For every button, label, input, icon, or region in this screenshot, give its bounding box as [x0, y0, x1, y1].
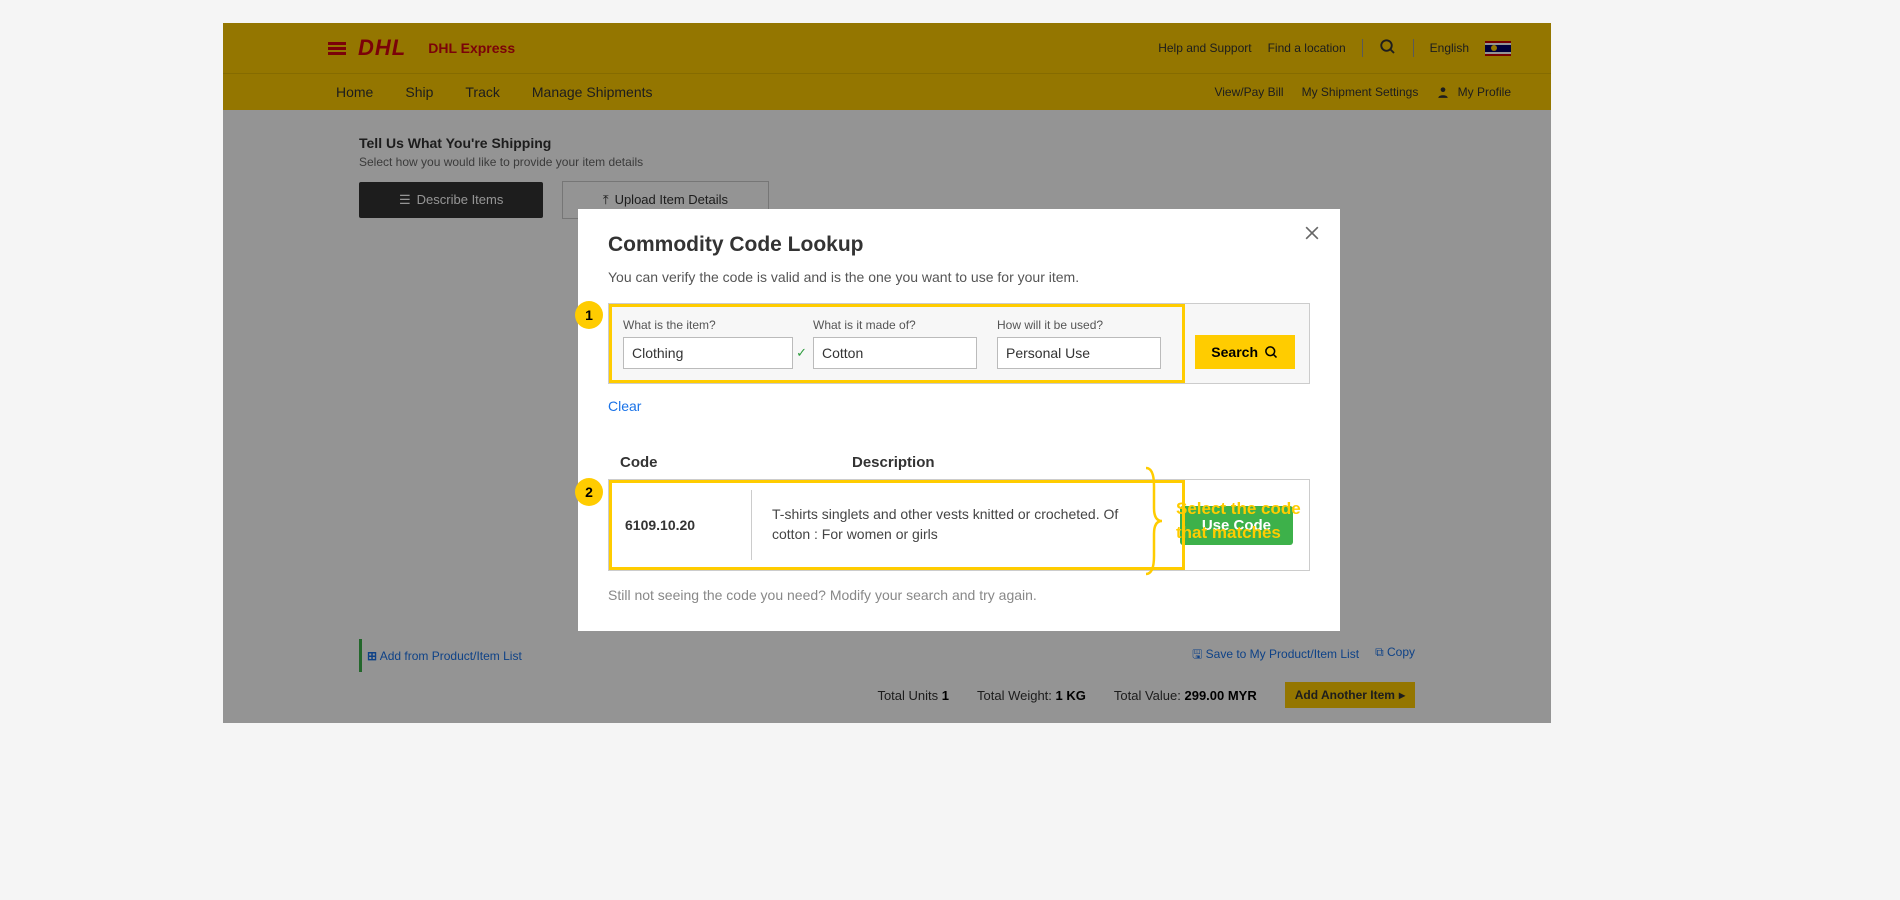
not-seeing-text: Still not seeing the code you need? Modi… [608, 587, 1310, 603]
made-label: What is it made of? [813, 318, 977, 332]
brace-icon [1140, 466, 1164, 576]
header-code: Code [608, 454, 852, 471]
step-badge-2: 2 [575, 478, 603, 506]
app-window: DHL DHL Express Help and Support Find a … [223, 23, 1551, 723]
annotation-line1: Select the code [1176, 497, 1301, 521]
item-label: What is the item? [623, 318, 793, 332]
search-panel: What is the item? ✓ What is it made of? … [608, 303, 1310, 384]
used-label: How will it be used? [997, 318, 1161, 332]
search-button-label: Search [1211, 344, 1258, 360]
modal-subtitle: You can verify the code is valid and is … [608, 269, 1310, 285]
result-description-text: T-shirts singlets and other vests knitte… [772, 505, 1152, 544]
annotation: Select the code that matches [1140, 466, 1301, 576]
result-description: T-shirts singlets and other vests knitte… [752, 480, 1172, 570]
step-badge-1: 1 [575, 301, 603, 329]
field-used: How will it be used? [997, 318, 1161, 369]
result-code: 6109.10.20 [609, 480, 751, 570]
annotation-text: Select the code that matches [1176, 497, 1301, 545]
annotation-line2: that matches [1176, 521, 1301, 545]
made-input[interactable] [813, 337, 977, 369]
search-icon [1264, 345, 1279, 360]
clear-link[interactable]: Clear [608, 398, 641, 414]
item-input[interactable] [623, 337, 793, 369]
search-button[interactable]: Search [1195, 335, 1295, 369]
field-made-of: What is it made of? [813, 318, 977, 369]
check-icon: ✓ [796, 345, 807, 361]
field-item: What is the item? ✓ [623, 318, 793, 369]
used-input[interactable] [997, 337, 1161, 369]
close-button[interactable] [1302, 223, 1322, 248]
modal-title: Commodity Code Lookup [608, 233, 1310, 257]
